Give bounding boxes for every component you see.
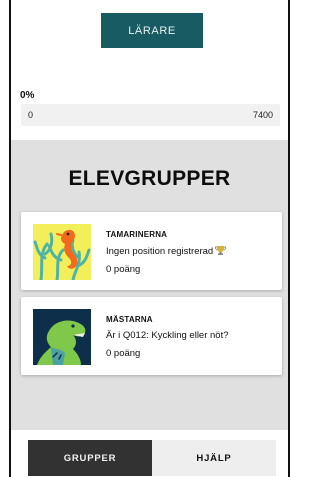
group-points: 0 poäng	[106, 264, 141, 275]
progress-min: 0	[28, 110, 34, 120]
group-info: MÄSTARNA Är i Q012: Kyckling eller nöt? …	[106, 315, 229, 359]
progress-bar: 0 7400	[21, 104, 280, 126]
group-status-text: Ingen position registrerad	[106, 246, 214, 257]
dinosaur-image	[33, 309, 91, 365]
progress-percent: 0%	[20, 90, 35, 101]
groups-section: ELEVGRUPPER TAMARINERNA Ingen position r…	[11, 140, 288, 430]
groups-title: ELEVGRUPPER	[68, 167, 231, 190]
progress-max: 7400	[252, 110, 273, 120]
tab-help[interactable]: HJÄLP	[152, 440, 276, 476]
app-frame: LÄRARE 0% 0 7400 ELEVGRUPPER TAMARINERNA…	[9, 0, 290, 477]
group-card-mastarna[interactable]: MÄSTARNA Är i Q012: Kyckling eller nöt? …	[21, 297, 282, 375]
bottom-tab-bar: GRUPPER HJÄLP	[11, 430, 288, 477]
group-points: 0 poäng	[106, 348, 141, 359]
tab-groups[interactable]: GRUPPER	[28, 440, 152, 476]
group-status: Är i Q012: Kyckling eller nöt?	[106, 330, 229, 341]
seahorse-coral-image	[33, 224, 91, 280]
group-card-tamarinerna[interactable]: TAMARINERNA Ingen position registrerad 0…	[21, 212, 282, 290]
header-area: LÄRARE 0% 0 7400	[11, 0, 288, 140]
group-info: TAMARINERNA Ingen position registrerad 0…	[106, 230, 227, 275]
group-name: MÄSTARNA	[106, 315, 153, 324]
trophy-icon	[215, 246, 227, 255]
group-status: Ingen position registrerad	[106, 245, 227, 257]
group-name: TAMARINERNA	[106, 230, 168, 239]
teacher-button[interactable]: LÄRARE	[101, 13, 203, 48]
